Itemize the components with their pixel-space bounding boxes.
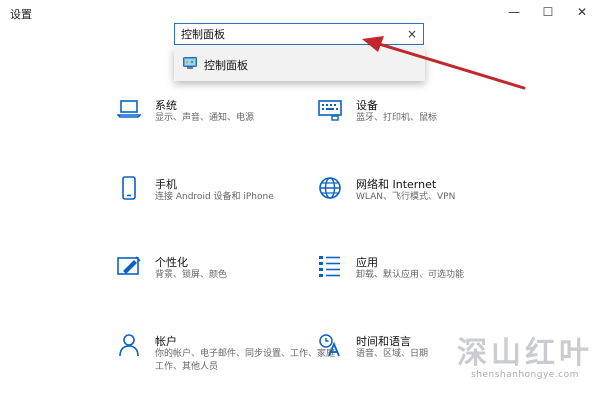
- category-subtitle: 卸载、默认应用、可选功能: [356, 270, 465, 280]
- title-bar: 设置 — ☐ ✕: [0, 0, 600, 24]
- watermark: 深山红叶 shenshanhongye.com: [455, 336, 595, 381]
- category-title: 时间和语言: [356, 335, 411, 348]
- suggestion-label: 控制面板: [204, 59, 248, 72]
- control-panel-icon: [183, 57, 197, 69]
- category-subtitle-line2: 工作、其他人员: [155, 362, 219, 372]
- category-title: 设备: [356, 99, 378, 112]
- phone-icon: [122, 176, 136, 200]
- search-box[interactable]: ×: [174, 23, 424, 45]
- category-subtitle: 语音、区域、日期: [356, 349, 429, 359]
- category-apps[interactable]: 应用 卸载、默认应用、可选功能: [318, 254, 518, 290]
- category-accounts[interactable]: 帐户 你的帐户、电子邮件、同步设置、工作、家庭 工作、其他人员: [117, 333, 335, 375]
- category-title: 网络和 Internet: [356, 178, 437, 191]
- clear-search-icon[interactable]: ×: [407, 27, 417, 41]
- category-network[interactable]: 网络和 Internet WLAN、飞行模式、VPN: [318, 176, 518, 212]
- globe-icon: [319, 177, 341, 199]
- category-subtitle: 背景、锁屏、颜色: [155, 270, 228, 280]
- category-personalization[interactable]: 个性化 背景、锁屏、颜色: [117, 254, 317, 290]
- keyboard-icon: [318, 100, 342, 121]
- paint-icon: [117, 256, 141, 275]
- search-suggestions: 控制面板: [174, 47, 425, 81]
- category-subtitle: 你的帐户、电子邮件、同步设置、工作、家庭: [155, 349, 336, 359]
- watermark-url: shenshanhongye.com: [471, 370, 579, 380]
- category-devices[interactable]: 设备 蓝牙、打印机、鼠标: [318, 97, 518, 133]
- category-subtitle: 显示、声音、通知、电源: [155, 113, 255, 123]
- suggestion-control-panel[interactable]: 控制面板: [174, 47, 425, 81]
- category-title: 帐户: [155, 335, 177, 348]
- category-title: 个性化: [155, 256, 188, 269]
- watermark-main: 深山红叶: [457, 336, 593, 371]
- minimize-icon: —: [508, 5, 520, 19]
- person-icon: [119, 334, 139, 357]
- close-icon: ✕: [576, 5, 588, 19]
- category-title: 系统: [155, 99, 177, 112]
- close-button[interactable]: ✕: [562, 0, 600, 24]
- apps-list-icon: [319, 256, 340, 277]
- laptop-icon: [117, 100, 141, 118]
- category-subtitle: WLAN、飞行模式、VPN: [356, 192, 456, 202]
- category-title: 手机: [155, 178, 177, 191]
- maximize-icon: ☐: [542, 5, 554, 19]
- category-subtitle: 蓝牙、打印机、鼠标: [356, 113, 438, 123]
- category-system[interactable]: 系统 显示、声音、通知、电源: [117, 97, 317, 133]
- category-subtitle: 连接 Android 设备和 iPhone: [155, 192, 274, 202]
- category-phone[interactable]: 手机 连接 Android 设备和 iPhone: [117, 176, 317, 212]
- search-input[interactable]: [181, 26, 396, 42]
- time-language-icon: [319, 334, 340, 357]
- app-title: 设置: [10, 8, 32, 21]
- category-title: 应用: [356, 256, 378, 269]
